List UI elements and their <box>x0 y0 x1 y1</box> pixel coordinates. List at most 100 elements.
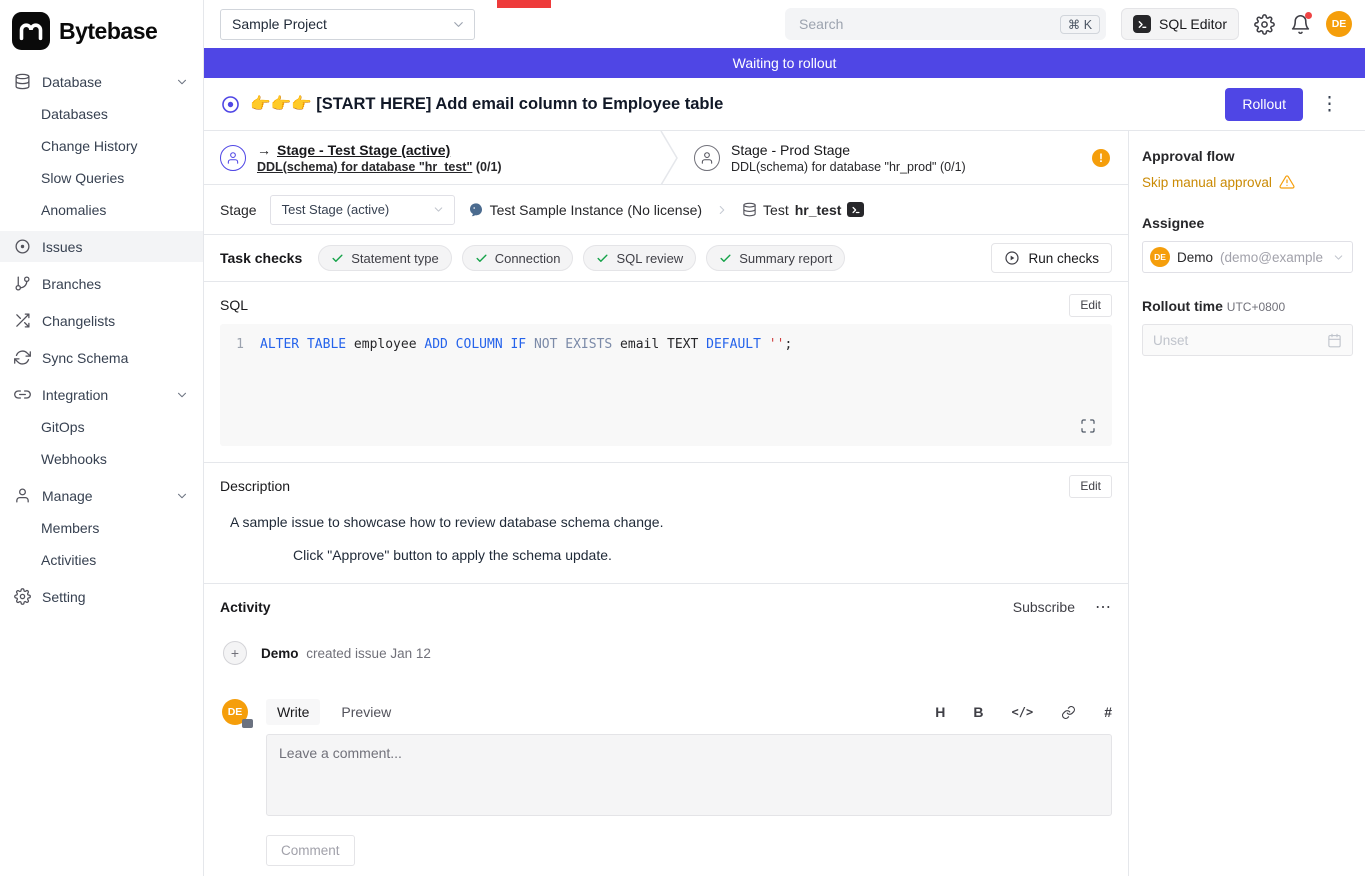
assignee-avatar: DE <box>1150 247 1170 267</box>
stage-warning-icon[interactable]: ! <box>1092 149 1110 167</box>
bytebase-logo[interactable]: Bytebase <box>0 8 203 66</box>
stage-person-icon <box>220 145 246 171</box>
sidebar-item-anomalies[interactable]: Anomalies <box>0 194 203 225</box>
expand-sql-icon[interactable] <box>1080 418 1096 434</box>
description-line: A sample issue to showcase how to review… <box>230 514 1112 530</box>
sidebar-item-branches[interactable]: Branches <box>0 268 203 299</box>
run-checks-button[interactable]: Run checks <box>991 243 1112 273</box>
sidebar-item-manage[interactable]: Manage <box>0 480 203 511</box>
tab-write[interactable]: Write <box>266 699 320 725</box>
assignee-name: Demo <box>1177 250 1213 265</box>
database-env: Test <box>763 202 789 218</box>
sidebar-item-integration[interactable]: Integration <box>0 379 203 410</box>
chevron-right-icon <box>715 203 729 217</box>
assignee-select[interactable]: DE Demo (demo@example <box>1142 241 1353 273</box>
database-icon <box>742 202 757 217</box>
assignee-email: (demo@example <box>1220 250 1325 265</box>
comment-submit-button[interactable]: Comment <box>266 835 355 866</box>
code-button[interactable]: </> <box>1012 705 1034 719</box>
bold-button[interactable]: B <box>973 704 983 720</box>
check-icon <box>475 252 488 265</box>
terminal-icon <box>1133 15 1151 33</box>
database-name: hr_test <box>795 202 842 218</box>
notification-dot <box>1305 12 1312 19</box>
link-icon[interactable] <box>1061 705 1076 720</box>
activity-menu-icon[interactable]: ⋯ <box>1095 597 1112 617</box>
check-sql-review[interactable]: SQL review <box>583 245 696 271</box>
sql-editor-button[interactable]: SQL Editor <box>1121 8 1239 40</box>
sql-section: SQL Edit 1ALTER TABLE employee ADD COLUM… <box>204 282 1128 462</box>
sidebar-item-databases[interactable]: Databases <box>0 98 203 129</box>
warning-triangle-icon <box>1279 174 1295 190</box>
task-checks-row: Task checks Statement type Connection SQ… <box>204 235 1128 282</box>
check-icon <box>331 252 344 265</box>
sql-edit-button[interactable]: Edit <box>1069 294 1112 317</box>
rollout-button[interactable]: Rollout <box>1225 88 1303 121</box>
search-input[interactable] <box>797 15 1060 33</box>
rollout-time-value: Unset <box>1153 333 1188 348</box>
task-checks-label: Task checks <box>220 250 302 266</box>
sidebar-item-issues[interactable]: Issues <box>0 231 203 262</box>
chevron-down-icon <box>432 203 445 216</box>
bytebase-logo-icon <box>12 12 50 50</box>
instance-link[interactable]: Test Sample Instance (No license) <box>468 202 702 218</box>
comment-textarea[interactable] <box>266 734 1112 816</box>
sidebar-item-changelists[interactable]: Changelists <box>0 305 203 336</box>
issue-title: 👉👉👉 [START HERE] Add email column to Emp… <box>250 95 1215 114</box>
stage-task-link[interactable]: DDL(schema) for database "hr_test" <box>257 160 472 174</box>
database-icon <box>14 73 31 90</box>
issue-sidebar: Approval flow Skip manual approval Assig… <box>1128 131 1365 876</box>
activity-section: Activity Subscribe ⋯ + Demo created issu… <box>204 583 1128 875</box>
stage-test[interactable]: → Stage - Test Stage (active) DDL(schema… <box>204 131 660 184</box>
settings-gear-icon[interactable] <box>1254 14 1275 35</box>
sidebar-item-change-history[interactable]: Change History <box>0 130 203 161</box>
recording-indicator <box>497 0 551 8</box>
stage-title-link[interactable]: Stage - Test Stage (active) <box>277 142 450 158</box>
changelist-icon <box>14 312 31 329</box>
hash-button[interactable]: # <box>1104 704 1112 720</box>
sidebar-item-setting[interactable]: Setting <box>0 581 203 612</box>
stage-prod[interactable]: Stage - Prod Stage DDL(schema) for datab… <box>678 131 1128 184</box>
chevron-down-icon <box>175 75 189 89</box>
activity-label: Activity <box>220 599 271 615</box>
brand-name: Bytebase <box>59 18 157 45</box>
heading-button[interactable]: H <box>935 704 945 720</box>
sidebar-item-database[interactable]: Database <box>0 66 203 97</box>
comment-editor: DE Write Preview H B </> <box>220 699 1112 866</box>
sidebar-item-slow-queries[interactable]: Slow Queries <box>0 162 203 193</box>
approval-skip-status: Skip manual approval <box>1142 174 1353 190</box>
project-select[interactable]: Sample Project <box>220 9 475 40</box>
sidebar-item-gitops[interactable]: GitOps <box>0 411 203 442</box>
sidebar-item-webhooks[interactable]: Webhooks <box>0 443 203 474</box>
subscribe-button[interactable]: Subscribe <box>1013 599 1075 615</box>
topbar: Sample Project ⌘ K SQL Editor DE <box>204 0 1365 48</box>
description-edit-button[interactable]: Edit <box>1069 475 1112 498</box>
user-avatar[interactable]: DE <box>1326 11 1352 37</box>
rollout-time-title: Rollout time <box>1142 298 1223 314</box>
rollout-time-input[interactable]: Unset <box>1142 324 1353 356</box>
tab-preview[interactable]: Preview <box>330 699 402 725</box>
sidebar: Bytebase Database Databases Change Histo… <box>0 0 204 876</box>
activity-feed-item: + Demo created issue Jan 12 <box>220 641 1112 665</box>
issue-header: 👉👉👉 [START HERE] Add email column to Emp… <box>204 78 1365 131</box>
sidebar-item-activities[interactable]: Activities <box>0 544 203 575</box>
stage-select[interactable]: Test Stage (active) <box>270 195 455 225</box>
notification-bell-icon[interactable] <box>1290 14 1311 35</box>
git-branch-icon <box>14 275 31 292</box>
check-statement-type[interactable]: Statement type <box>318 245 451 271</box>
gear-icon <box>14 588 31 605</box>
more-options-kebab-icon[interactable]: ⋮ <box>1313 95 1346 114</box>
search-box[interactable]: ⌘ K <box>785 8 1106 40</box>
stage-progress: (0/1) <box>476 160 502 174</box>
feed-text: created issue Jan 12 <box>306 646 431 661</box>
sidebar-item-members[interactable]: Members <box>0 512 203 543</box>
stage-person-icon <box>694 145 720 171</box>
database-link[interactable]: Test hr_test <box>742 202 864 218</box>
sidebar-item-sync-schema[interactable]: Sync Schema <box>0 342 203 373</box>
current-stage-arrow: → <box>257 142 271 158</box>
check-connection[interactable]: Connection <box>462 245 574 271</box>
sql-label: SQL <box>220 297 248 313</box>
open-sql-editor-icon[interactable] <box>847 202 864 217</box>
check-summary-report[interactable]: Summary report <box>706 245 845 271</box>
sidebar-item-label: Database <box>42 74 102 90</box>
